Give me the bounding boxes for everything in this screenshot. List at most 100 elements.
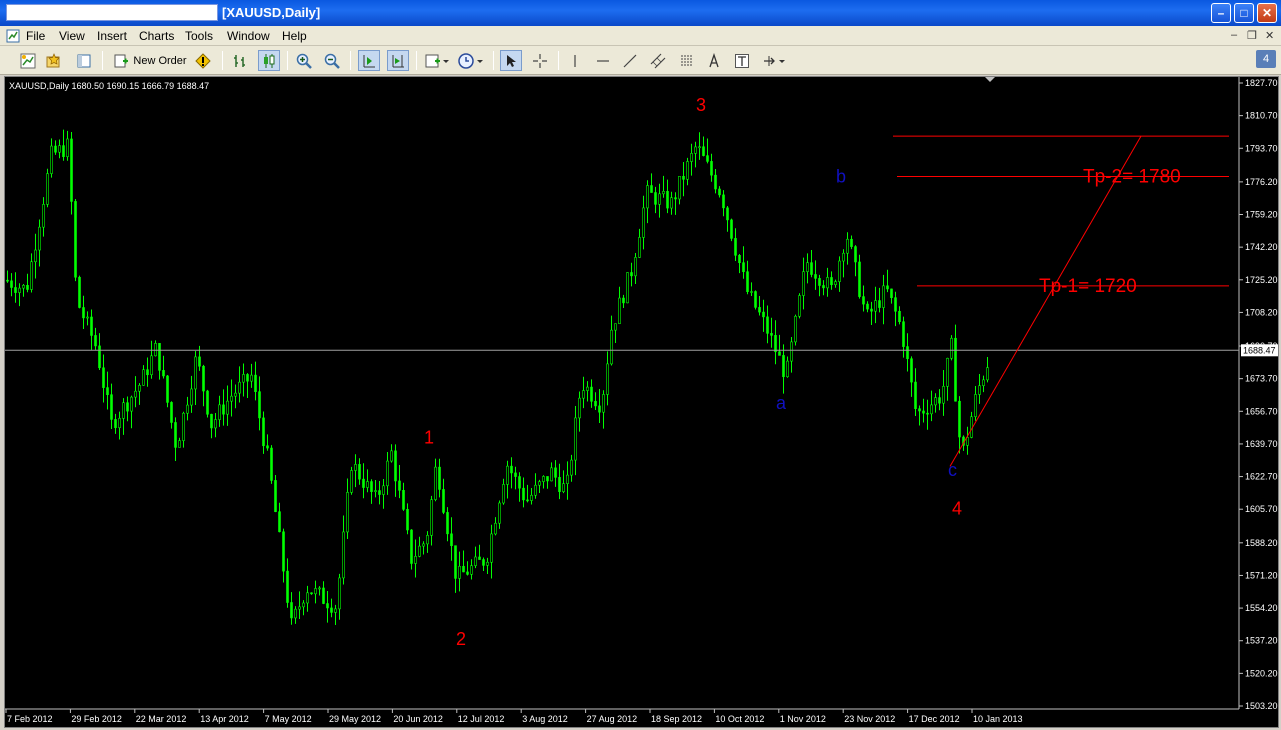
cursor-icon[interactable] <box>500 50 522 71</box>
wave-label-2: 2 <box>456 629 466 649</box>
candle-body <box>330 607 333 613</box>
menu-view[interactable]: View <box>59 29 85 43</box>
zoom-out-icon[interactable] <box>322 50 342 71</box>
candle-body <box>254 374 257 392</box>
date-label: 23 Nov 2012 <box>844 714 895 724</box>
candle-body <box>346 492 349 533</box>
candle-body <box>382 485 385 495</box>
menu-help[interactable]: Help <box>282 29 307 43</box>
candle-body <box>74 201 77 278</box>
new-order-button[interactable]: New Order <box>110 50 190 71</box>
window-title-field <box>6 4 218 21</box>
candle-body <box>718 188 721 196</box>
candle-body <box>482 559 485 566</box>
candle-body <box>930 404 933 415</box>
candle-body <box>490 533 493 563</box>
mdi-close-button[interactable]: ✕ <box>1265 29 1274 42</box>
candle-body <box>202 365 205 392</box>
menu-charts[interactable]: Charts <box>139 29 174 43</box>
vertical-line-icon[interactable] <box>565 50 585 71</box>
date-label: 13 Apr 2012 <box>200 714 249 724</box>
candle-body <box>594 400 597 407</box>
mdi-restore-button[interactable]: ❐ <box>1247 29 1257 42</box>
candle-body <box>170 402 173 423</box>
crosshair-icon[interactable] <box>530 50 550 71</box>
candle-body <box>662 191 665 195</box>
menu-insert[interactable]: Insert <box>97 29 127 43</box>
candle-body <box>922 410 925 414</box>
candle-body <box>574 417 577 461</box>
candle-body <box>126 402 129 412</box>
candle-body <box>914 381 917 410</box>
candle-body <box>758 307 761 313</box>
minimize-button[interactable]: – <box>1211 3 1231 23</box>
terminal-badge[interactable]: 4 <box>1256 50 1276 68</box>
candle-body <box>542 476 545 482</box>
candle-body <box>118 418 121 428</box>
price-level-label: 1673.70 <box>1245 374 1278 384</box>
candle-body <box>58 145 61 153</box>
candle-body <box>702 146 705 156</box>
menu-file[interactable]: File <box>26 29 45 43</box>
chart-shift-icon[interactable] <box>358 50 380 71</box>
maximize-button[interactable]: □ <box>1234 3 1254 23</box>
candle-body <box>754 291 757 308</box>
candle-body <box>674 197 677 200</box>
candle-body <box>250 374 253 382</box>
equidistant-channel-icon[interactable] <box>648 50 668 71</box>
candle-body <box>866 303 869 310</box>
mdi-minimize-button[interactable]: – <box>1231 29 1237 41</box>
menu-window[interactable]: Window <box>227 29 270 43</box>
price-level-label: 1759.20 <box>1245 210 1278 220</box>
arrows-icon[interactable] <box>761 50 789 71</box>
candle-body <box>470 565 473 575</box>
candle-body <box>454 545 457 579</box>
navigator-icon[interactable] <box>74 50 94 71</box>
date-label: 29 May 2012 <box>329 714 381 724</box>
trendline-icon[interactable] <box>620 50 640 71</box>
candle-body <box>430 499 433 536</box>
candle-body <box>538 481 541 486</box>
autoscroll-icon[interactable] <box>387 50 409 71</box>
candle-body <box>870 308 873 312</box>
chart-window[interactable]: 1827.70 1810.70 1793.70 1776.20 1759.20 1742.… <box>4 76 1279 728</box>
candle-body <box>258 391 261 419</box>
candle-body <box>150 355 153 376</box>
text-label-icon[interactable] <box>732 50 752 71</box>
candle-body <box>522 487 525 501</box>
candle-body <box>370 481 373 492</box>
candle-body <box>46 173 49 205</box>
candle-body <box>746 271 749 292</box>
candle-body <box>474 556 477 566</box>
candle-body <box>678 176 681 200</box>
candle-body <box>146 369 149 376</box>
candle-body <box>530 494 533 501</box>
indicators-icon[interactable] <box>424 50 450 71</box>
text-icon[interactable] <box>704 50 724 71</box>
price-level-label: 1708.20 <box>1245 307 1278 317</box>
fibonacci-icon[interactable] <box>677 50 697 71</box>
bar-chart-icon[interactable] <box>230 50 250 71</box>
candle-body <box>630 272 633 277</box>
candle-body <box>166 375 169 403</box>
wave-label-3: 3 <box>696 95 706 115</box>
menu-tools[interactable]: Tools <box>185 29 213 43</box>
candle-body <box>570 459 573 476</box>
candle-body <box>466 571 469 575</box>
candle-body <box>462 566 465 573</box>
close-button[interactable]: ✕ <box>1257 3 1277 23</box>
price-chart[interactable]: 1827.70 1810.70 1793.70 1776.20 1759.20 1742.… <box>5 77 1278 727</box>
expert-advisors-icon[interactable] <box>193 50 213 71</box>
horizontal-line-icon[interactable] <box>593 50 613 71</box>
periods-icon[interactable] <box>456 50 486 71</box>
zoom-in-icon[interactable] <box>294 50 314 71</box>
profiles-icon[interactable] <box>44 50 64 71</box>
price-level-label: 1520.20 <box>1245 668 1278 678</box>
new-chart-icon[interactable] <box>18 50 38 71</box>
candle-body <box>546 476 549 482</box>
candle-body <box>334 608 337 613</box>
candle-body <box>794 315 797 343</box>
candlestick-icon[interactable] <box>258 50 280 71</box>
new-order-label: New Order <box>133 54 187 67</box>
candle-body <box>798 295 801 317</box>
